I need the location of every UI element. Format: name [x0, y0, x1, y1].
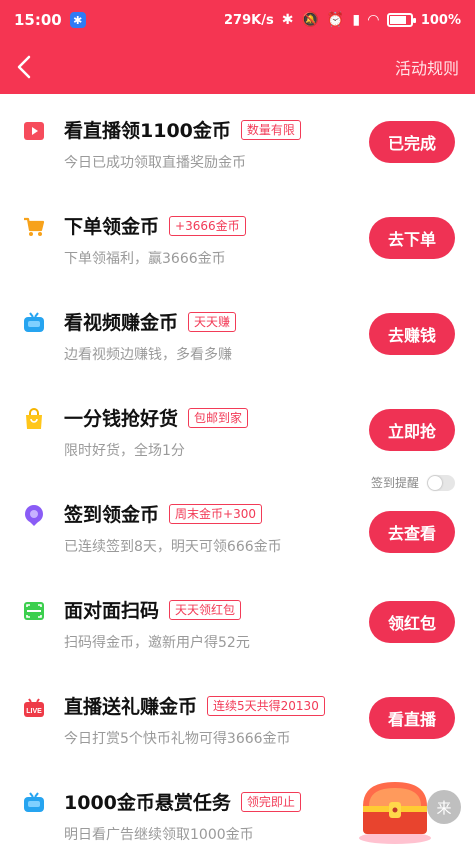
completed-button[interactable]: 已完成: [369, 121, 455, 163]
watch-live-button[interactable]: 看直播: [369, 697, 455, 739]
view-button[interactable]: 去查看: [369, 511, 455, 553]
task-item-sign-in: 签到提醒 签到领金币 周末金币+300 已连续签到8天，明天可领666金币 去查…: [0, 474, 475, 574]
chevron-left-icon: [17, 55, 31, 79]
task-badge: 天天赚: [188, 311, 237, 332]
grab-now-button[interactable]: 立即抢: [369, 409, 455, 451]
task-desc: 今日已成功领取直播奖励金币: [64, 155, 246, 171]
red-packet-button[interactable]: 领红包: [369, 601, 455, 643]
task-title-row: 面对面扫码 天天领红包: [64, 596, 242, 623]
task-title: 看直播领1100金币: [64, 120, 231, 142]
bluetooth-icon: ✱: [281, 12, 294, 28]
task-item-live: 看直播领1100金币 数量有限 今日已成功领取直播奖励金币 已完成: [0, 94, 475, 190]
place-order-button[interactable]: 去下单: [369, 217, 455, 259]
nav-bar: 活动规则: [0, 40, 475, 94]
task-item-penny-deal: 一分钱抢好货 包邮到家 限时好货，全场1分 立即抢: [0, 382, 475, 478]
sign-in-reminder-label: 签到提醒: [370, 476, 419, 490]
shopping-cart-icon: [24, 217, 45, 236]
task-title-row: 一分钱抢好货 包邮到家: [64, 404, 249, 431]
status-bar: 15:00 ✱ 279K/s ✱ 🔕 ⏰ ▮ ◠ 100%: [0, 0, 475, 40]
live-icon-text: LIVE: [26, 708, 42, 715]
sign-in-reminder-toggle[interactable]: [427, 474, 455, 491]
task-badge: 天天领红包: [169, 599, 242, 620]
task-title-row: 看直播领1100金币 数量有限: [64, 116, 301, 143]
task-desc: 下单领福利，赢3666金币: [64, 251, 226, 267]
live-video-icon: [24, 122, 44, 140]
battery-icon: [386, 13, 416, 27]
task-item-scan: 面对面扫码 天天领红包 扫码得金币，邀新用户得52元 领红包: [0, 574, 475, 670]
sign-in-reminder: 签到提醒: [371, 474, 455, 491]
task-desc: 限时好货，全场1分: [64, 443, 185, 459]
task-title-row: 直播送礼赚金币 连续5天共得20130: [64, 692, 325, 719]
battery-percent: 100%: [420, 12, 461, 28]
task-badge: 数量有限: [240, 119, 301, 140]
task-item-live-gift: LIVE 直播送礼赚金币 连续5天共得20130 今日打赏5个快币礼物可得366…: [0, 670, 475, 766]
task-badge: +3666金币: [169, 215, 246, 236]
status-right: 279K/s ✱ 🔕 ⏰ ▮ ◠ 100%: [224, 12, 461, 28]
tv-icon: [24, 312, 44, 332]
shopping-bag-icon: [26, 408, 42, 429]
task-desc: 边看视频边赚钱，多看多赚: [64, 347, 232, 363]
sign-in-pin-icon: [25, 505, 43, 526]
task-item-video: 看视频赚金币 天天赚 边看视频边赚钱，多看多赚 去赚钱: [0, 286, 475, 382]
task-title: 面对面扫码: [64, 600, 160, 622]
task-title-row: 1000金币悬赏任务 领完即止: [64, 788, 301, 815]
network-speed: 279K/s: [224, 12, 274, 28]
task-title-row: 下单领金币 +3666金币: [64, 212, 246, 239]
task-list: 看直播领1100金币 数量有限 今日已成功领取直播奖励金币 已完成 下单领金币 …: [0, 94, 475, 844]
task-title: 看视频赚金币: [64, 312, 179, 334]
task-title: 下单领金币: [64, 216, 160, 238]
task-badge: 周末金币+300: [169, 503, 262, 524]
bluetooth-badge-icon: ✱: [69, 12, 86, 28]
task-title: 一分钱抢好货: [64, 408, 179, 430]
task-title-row: 看视频赚金币 天天赚: [64, 308, 237, 335]
task-badge: 连续5天共得20130: [207, 695, 325, 716]
task-badge: 包邮到家: [188, 407, 249, 428]
status-time: 15:00: [14, 11, 62, 29]
live-gift-icon: LIVE: [24, 698, 44, 717]
earn-money-button[interactable]: 去赚钱: [369, 313, 455, 355]
floating-widget-label: 来: [427, 790, 461, 824]
task-title-row: 签到领金币 周末金币+300: [64, 500, 262, 527]
mute-icon: 🔕: [301, 12, 319, 28]
task-title: 1000金币悬赏任务: [64, 792, 231, 814]
treasure-chest-icon: [359, 782, 431, 844]
scan-icon: [24, 602, 44, 620]
ad-tv-icon: [24, 792, 44, 812]
floating-chest-widget[interactable]: 来: [355, 772, 475, 844]
back-button[interactable]: [16, 54, 42, 80]
task-title: 直播送礼赚金币: [64, 696, 198, 718]
task-desc: 今日打赏5个快币礼物可得3666金币: [64, 731, 291, 747]
task-title: 签到领金币: [64, 504, 160, 526]
task-desc: 已连续签到8天，明天可领666金币: [64, 539, 282, 555]
task-badge: 领完即止: [240, 791, 301, 812]
task-desc: 明日看广告继续领取1000金币: [64, 827, 254, 843]
alarm-icon: ⏰: [326, 12, 345, 28]
task-item-order: 下单领金币 +3666金币 下单领福利，赢3666金币 去下单: [0, 190, 475, 286]
task-desc: 扫码得金币，邀新用户得52元: [64, 635, 250, 651]
activity-rules-link[interactable]: 活动规则: [395, 55, 459, 79]
wifi-icon: ◠: [368, 12, 379, 28]
signal-icon: ▮: [352, 12, 361, 28]
